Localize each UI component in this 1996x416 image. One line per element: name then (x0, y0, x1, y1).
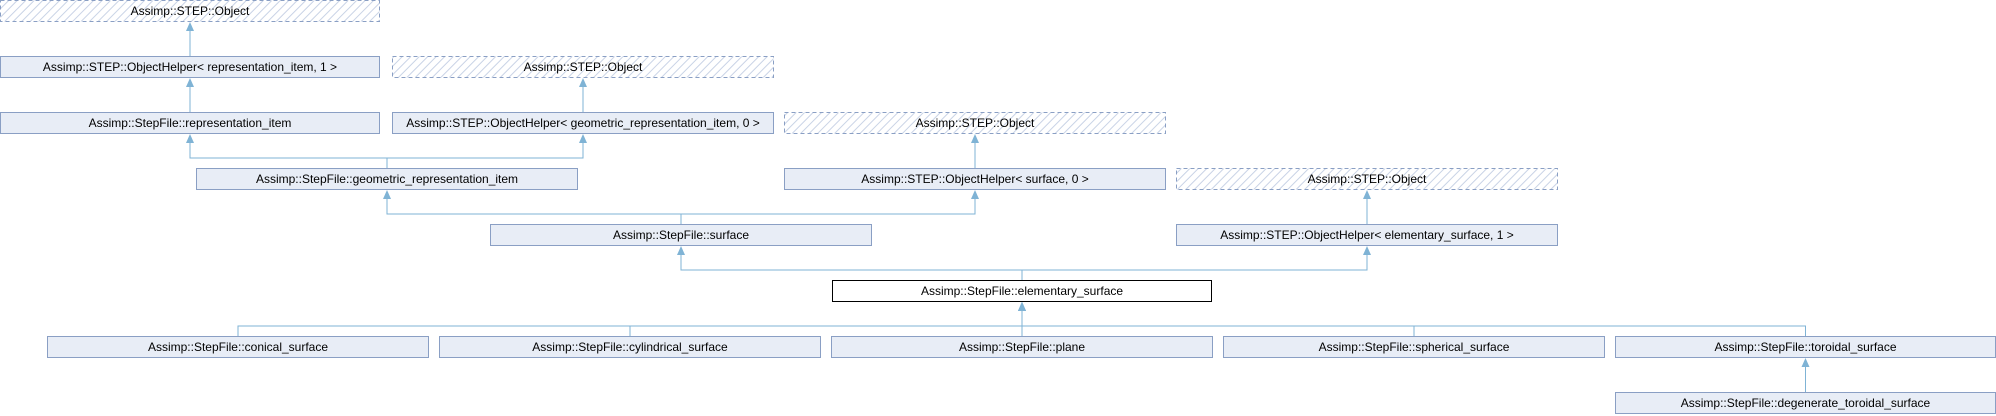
inheritance-edge (383, 190, 682, 224)
class-node-oh-rep[interactable]: Assimp::STEP::ObjectHelper< representati… (0, 56, 380, 78)
class-node-label: Assimp::StepFile::surface (613, 228, 749, 242)
class-node-obj1[interactable]: Assimp::STEP::Object (0, 0, 380, 22)
inheritance-edge (677, 246, 1023, 280)
class-node-label: Assimp::STEP::ObjectHelper< surface, 0 > (861, 172, 1088, 186)
inheritance-edge (1801, 358, 1810, 392)
class-node-oh-elem[interactable]: Assimp::STEP::ObjectHelper< elementary_s… (1176, 224, 1558, 246)
class-node-conical[interactable]: Assimp::StepFile::conical_surface (47, 336, 429, 358)
class-node-toroid[interactable]: Assimp::StepFile::toroidal_surface (1615, 336, 1996, 358)
class-node-label: Assimp::STEP::Object (1308, 172, 1427, 186)
class-node-label: Assimp::StepFile::elementary_surface (921, 284, 1123, 298)
inheritance-edge (1018, 302, 1415, 336)
class-node-label: Assimp::StepFile::representation_item (89, 116, 292, 130)
inheritance-edge (971, 134, 979, 168)
class-node-label: Assimp::StepFile::toroidal_surface (1714, 340, 1896, 354)
class-node-degen[interactable]: Assimp::StepFile::degenerate_toroidal_su… (1615, 392, 1996, 414)
class-node-label: Assimp::STEP::Object (524, 60, 643, 74)
inheritance-edge (186, 78, 194, 112)
class-node-geo-rep[interactable]: Assimp::StepFile::geometric_representati… (196, 168, 578, 190)
class-node-label: Assimp::STEP::Object (916, 116, 1035, 130)
inheritance-edge (186, 22, 194, 56)
class-node-label: Assimp::STEP::ObjectHelper< geometric_re… (406, 116, 760, 130)
inheritance-edge (1021, 246, 1371, 280)
class-node-cyl[interactable]: Assimp::StepFile::cylindrical_surface (439, 336, 821, 358)
class-node-spher[interactable]: Assimp::StepFile::spherical_surface (1223, 336, 1605, 358)
class-node-label: Assimp::StepFile::geometric_representati… (256, 172, 518, 186)
class-node-obj3[interactable]: Assimp::STEP::Object (784, 112, 1166, 134)
class-node-oh-surf[interactable]: Assimp::STEP::ObjectHelper< surface, 0 > (784, 168, 1166, 190)
nodes-layer: Assimp::STEP::ObjectAssimp::STEP::Object… (0, 0, 1996, 414)
inheritance-edge (237, 302, 1026, 336)
class-node-label: Assimp::STEP::Object (131, 4, 250, 18)
inheritance-edge (629, 302, 1026, 336)
inheritance-edge (680, 190, 979, 224)
class-node-label: Assimp::StepFile::spherical_surface (1319, 340, 1510, 354)
class-node-label: Assimp::StepFile::plane (959, 340, 1085, 354)
class-node-obj2[interactable]: Assimp::STEP::Object (392, 56, 774, 78)
class-node-label: Assimp::STEP::ObjectHelper< elementary_s… (1220, 228, 1513, 242)
inheritance-edge (386, 134, 587, 168)
inheritance-edge (1363, 190, 1371, 224)
class-node-label: Assimp::StepFile::conical_surface (148, 340, 328, 354)
class-node-label: Assimp::STEP::ObjectHelper< representati… (43, 60, 337, 74)
inheritance-edge (579, 78, 587, 112)
class-node-plane[interactable]: Assimp::StepFile::plane (831, 336, 1213, 358)
class-node-label: Assimp::StepFile::cylindrical_surface (532, 340, 728, 354)
inheritance-diagram: Assimp::STEP::ObjectAssimp::STEP::Object… (0, 0, 1996, 414)
class-node-surface[interactable]: Assimp::StepFile::surface (490, 224, 872, 246)
inheritance-edge (186, 134, 388, 168)
class-node-label: Assimp::StepFile::degenerate_toroidal_su… (1681, 396, 1931, 410)
class-node-rep-item[interactable]: Assimp::StepFile::representation_item (0, 112, 380, 134)
class-node-obj4[interactable]: Assimp::STEP::Object (1176, 168, 1558, 190)
class-node-elem: Assimp::StepFile::elementary_surface (832, 280, 1212, 302)
class-node-oh-geo[interactable]: Assimp::STEP::ObjectHelper< geometric_re… (392, 112, 774, 134)
inheritance-edge (1018, 302, 1806, 336)
